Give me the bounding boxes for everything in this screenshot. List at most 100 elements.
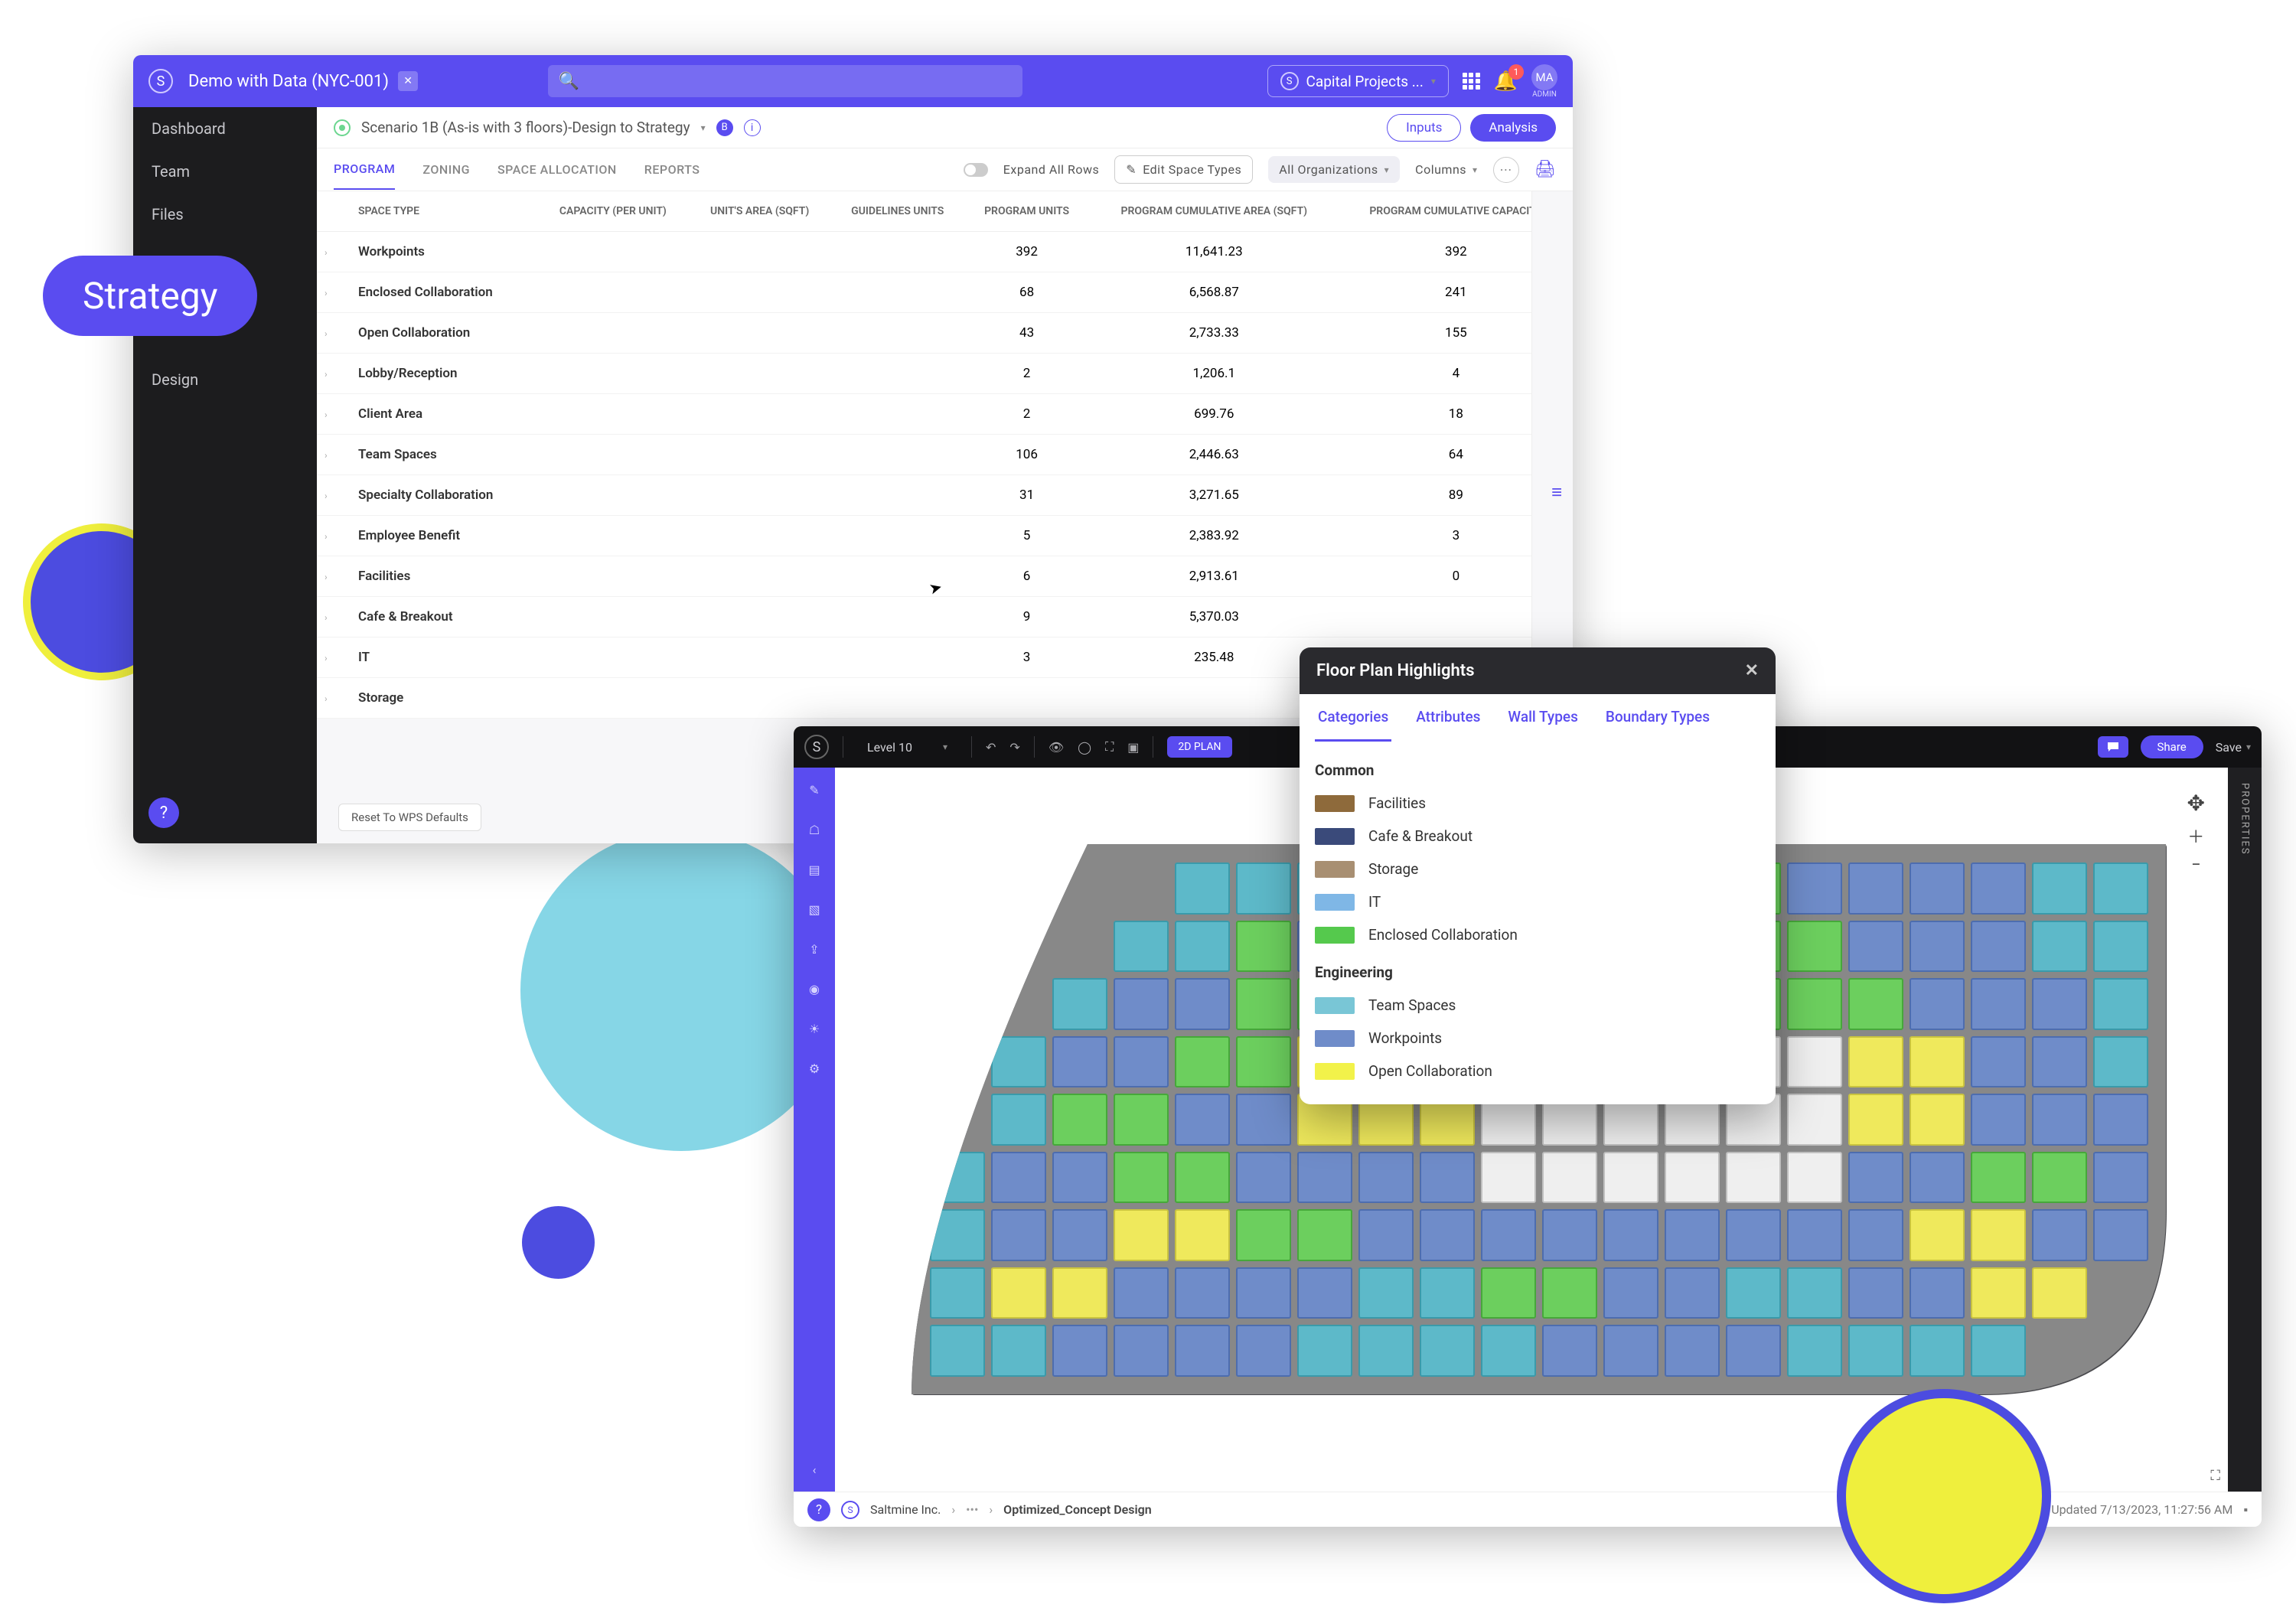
image-tool-icon[interactable]: ▧ (803, 898, 826, 921)
level-selector[interactable]: Level 10 ▾ (857, 735, 957, 760)
comments-button[interactable] (2098, 736, 2128, 758)
info-icon[interactable]: i (744, 119, 761, 136)
more-actions-button[interactable]: ⋯ (1493, 157, 1519, 183)
analysis-button[interactable]: Analysis (1470, 114, 1556, 142)
tab-program[interactable]: PROGRAM (334, 149, 395, 190)
chair-tool-icon[interactable]: ☖ (803, 818, 826, 841)
table-row[interactable]: ›Team Spaces1062,446.6364 (317, 435, 1573, 475)
close-popover-button[interactable]: ✕ (1745, 661, 1759, 680)
zoom-out-button[interactable]: − (2191, 856, 2201, 875)
properties-rail[interactable]: PROPERTIES (2228, 768, 2262, 1492)
chevron-right-icon[interactable]: › (325, 288, 328, 298)
table-row[interactable]: ›Client Area2699.7618 (317, 394, 1573, 435)
sun-tool-icon[interactable]: ☀ (803, 1017, 826, 1040)
chevron-right-icon[interactable]: › (325, 653, 328, 664)
table-row[interactable]: ›Employee Benefit52,383.923 (317, 516, 1573, 556)
legend-row[interactable]: Open Collaboration (1315, 1055, 1760, 1087)
zoom-in-button[interactable]: ＋ (2187, 823, 2204, 848)
avatar[interactable]: MA (1531, 64, 1557, 90)
visibility-icon[interactable]: 👁 (1049, 740, 1064, 755)
popover-tab-categories[interactable]: Categories (1315, 694, 1391, 742)
tab-space-allocation[interactable]: SPACE ALLOCATION (497, 150, 617, 189)
chevron-right-icon[interactable]: › (325, 531, 328, 542)
save-dropdown[interactable]: Save ▾ (2216, 740, 2251, 755)
legend-row[interactable]: Team Spaces (1315, 989, 1760, 1022)
table-row[interactable]: ›Workpoints39211,641.23392 (317, 232, 1573, 272)
notifications-button[interactable]: 🔔 1 (1494, 70, 1518, 93)
pen-tool-icon[interactable]: ✎ (803, 778, 826, 801)
tab-reports[interactable]: REPORTS (644, 150, 700, 189)
pan-icon[interactable]: ✥ (2187, 791, 2205, 816)
chevron-down-icon[interactable]: ▾ (701, 122, 706, 133)
chevron-right-icon[interactable]: › (325, 450, 328, 461)
camera-tool-icon[interactable]: ◉ (803, 977, 826, 1000)
breadcrumb-ellipsis[interactable]: ••• (966, 1502, 978, 1517)
fit-icon[interactable]: ⛶ (1105, 739, 1114, 755)
columns-selector[interactable]: Columns ▾ (1415, 162, 1477, 177)
app-logo-icon[interactable]: S (804, 735, 829, 759)
popover-tab-boundary-types[interactable]: Boundary Types (1603, 694, 1713, 742)
settings-tool-icon[interactable]: ⚙ (803, 1057, 826, 1080)
table-row[interactable]: ›Enclosed Collaboration686,568.87241 (317, 272, 1573, 313)
floorplan-room (930, 1267, 985, 1319)
search-field[interactable] (585, 76, 1012, 87)
table-row[interactable]: ›Cafe & Breakout95,370.03 (317, 597, 1573, 637)
floorplan-room (2093, 1152, 2148, 1204)
share-button[interactable]: Share (2141, 735, 2203, 758)
sidebar-item-design[interactable]: Design (133, 358, 317, 401)
undo-icon[interactable]: ↶ (986, 740, 996, 755)
plan-mode-toggle[interactable]: 2D PLAN (1167, 736, 1231, 758)
collapse-panel-icon[interactable]: ≡ (1551, 481, 1562, 504)
file-tab[interactable]: Demo with Data (NYC-001) ✕ (188, 71, 418, 91)
frame-icon[interactable]: ▣ (1127, 740, 1139, 755)
floorplan-room (1787, 978, 1842, 1030)
tab-zoning[interactable]: ZONING (422, 150, 470, 189)
expand-rows-toggle[interactable] (964, 163, 988, 177)
legend-row[interactable]: Storage (1315, 853, 1760, 885)
apps-grid-icon[interactable] (1463, 73, 1480, 90)
chevron-right-icon[interactable]: › (325, 693, 328, 704)
chevron-right-icon[interactable]: › (325, 328, 328, 339)
collapse-rail-icon[interactable]: ‹ (803, 1458, 826, 1481)
legend-row[interactable]: Cafe & Breakout (1315, 820, 1760, 853)
breadcrumb-org[interactable]: Saltmine Inc. (870, 1502, 941, 1517)
chevron-right-icon[interactable]: › (325, 572, 328, 582)
close-tab-button[interactable]: ✕ (398, 71, 418, 91)
chevron-right-icon[interactable]: › (325, 409, 328, 420)
floorplan-room (991, 1152, 1046, 1204)
popover-tab-wall-types[interactable]: Wall Types (1505, 694, 1580, 742)
cell-space-type: Team Spaces (351, 435, 537, 475)
chevron-right-icon[interactable]: › (325, 491, 328, 501)
sidebar-item-team[interactable]: Team (133, 150, 317, 193)
legend-row[interactable]: Workpoints (1315, 1022, 1760, 1055)
help-button[interactable]: ? (807, 1498, 830, 1521)
fullscreen-icon[interactable]: ⛶ (2210, 1468, 2220, 1484)
chevron-right-icon[interactable]: › (325, 247, 328, 258)
breadcrumb-doc[interactable]: Optimized_Concept Design (1003, 1502, 1152, 1517)
export-tool-icon[interactable]: ⇪ (803, 937, 826, 960)
org-selector[interactable]: S Capital Projects ... ▾ (1267, 65, 1449, 97)
legend-row[interactable]: Facilities (1315, 787, 1760, 820)
sidebar-item-files[interactable]: Files (133, 193, 317, 236)
inputs-button[interactable]: Inputs (1387, 114, 1461, 142)
popover-tab-attributes[interactable]: Attributes (1413, 694, 1483, 742)
legend-row[interactable]: IT (1315, 885, 1760, 918)
edit-space-types-button[interactable]: ✎ Edit Space Types (1114, 155, 1253, 184)
legend-row[interactable]: Enclosed Collaboration (1315, 918, 1760, 951)
table-row[interactable]: ›Facilities62,913.610 (317, 556, 1573, 597)
reset-defaults-button[interactable]: Reset To WPS Defaults (338, 804, 481, 831)
search-input[interactable]: 🔍 (548, 65, 1022, 97)
redo-icon[interactable]: ↷ (1009, 740, 1019, 755)
sidebar-item-dashboard[interactable]: Dashboard (133, 107, 317, 150)
chevron-right-icon[interactable]: › (325, 369, 328, 380)
app-logo-icon[interactable]: S (148, 69, 173, 93)
help-button[interactable]: ? (148, 797, 179, 828)
table-row[interactable]: ›Lobby/Reception21,206.14 (317, 354, 1573, 394)
org-filter[interactable]: All Organizations ▾ (1268, 156, 1400, 183)
table-row[interactable]: ›Open Collaboration432,733.33155 (317, 313, 1573, 354)
lasso-icon[interactable]: ◯ (1078, 740, 1091, 755)
table-row[interactable]: ›Specialty Collaboration313,271.6589 (317, 475, 1573, 516)
layers-tool-icon[interactable]: ▤ (803, 858, 826, 881)
chevron-right-icon[interactable]: › (325, 612, 328, 623)
print-icon[interactable]: 🖨 (1534, 160, 1556, 179)
